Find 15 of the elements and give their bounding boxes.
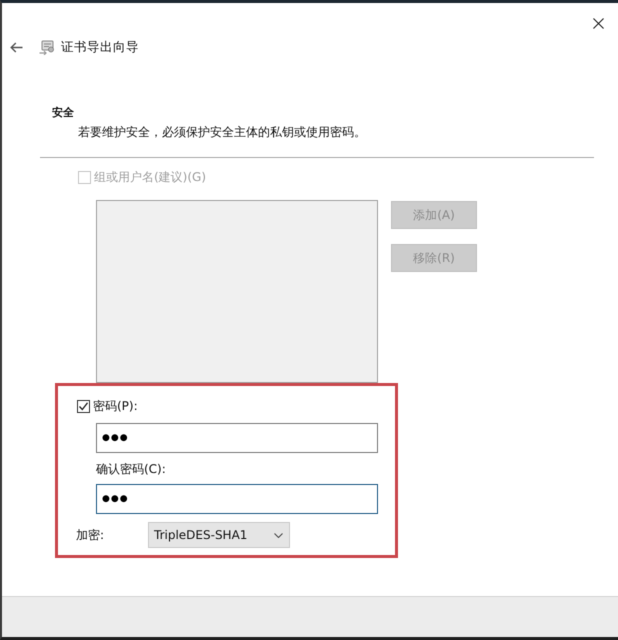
password-checkbox[interactable] xyxy=(77,400,90,412)
window-title: 证书导出向导 xyxy=(61,38,139,56)
confirm-password-label: 确认密码(C): xyxy=(96,462,166,476)
section-heading: 安全 xyxy=(52,106,74,120)
back-icon[interactable] xyxy=(10,42,23,52)
password-label: 密码(P): xyxy=(93,399,138,413)
close-icon[interactable] xyxy=(593,18,604,29)
section-description: 若要维护安全，必须保护安全主体的私钥或使用密码。 xyxy=(78,124,366,140)
caret-icon xyxy=(274,532,283,538)
certificate-icon xyxy=(39,40,56,54)
password-field[interactable]: ●●● xyxy=(96,423,378,453)
confirm-password-field[interactable]: ●●● xyxy=(96,484,378,514)
group-checkbox-label: 组或用户名(建议)(G) xyxy=(94,170,206,184)
encryption-label: 加密: xyxy=(76,528,106,542)
encryption-dropdown[interactable]: TripleDES-SHA1 xyxy=(148,522,290,548)
